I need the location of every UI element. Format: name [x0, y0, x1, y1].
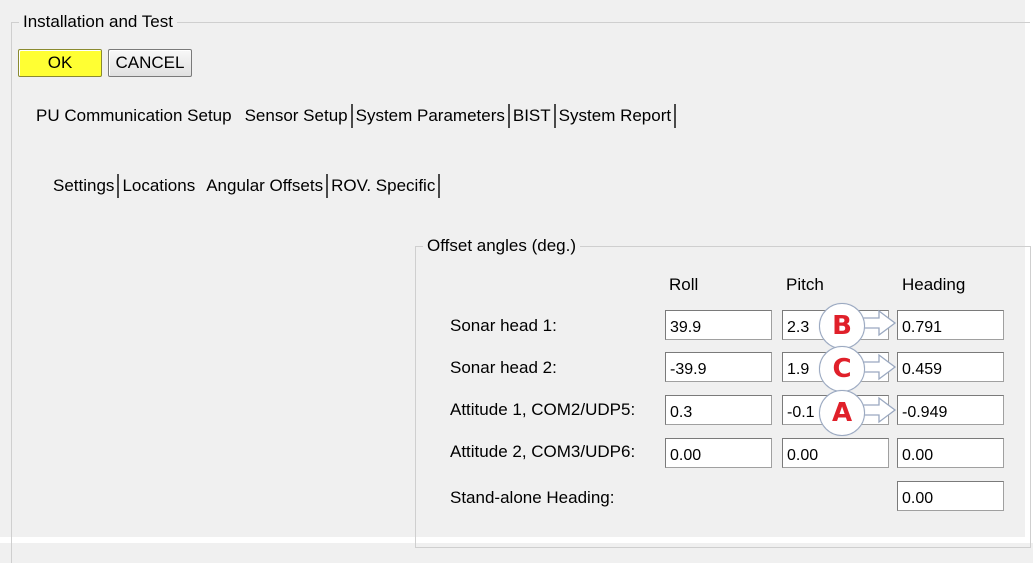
tab-pu-communication-setup[interactable]: PU Communication Setup: [33, 104, 242, 128]
sonar-head-2-roll-input[interactable]: [665, 352, 772, 382]
sonar-head-1-roll-input[interactable]: [665, 310, 772, 340]
tab-rov-specific[interactable]: ROV. Specific: [328, 174, 441, 198]
tab-settings[interactable]: Settings: [50, 174, 120, 198]
installation-test-title: Installation and Test: [19, 12, 177, 32]
sub-tab-bar: Settings Locations Angular Offsets ROV. …: [50, 174, 441, 198]
tab-locations[interactable]: Locations: [119, 174, 203, 198]
main-tab-bar: PU Communication Setup Sensor Setup Syst…: [33, 104, 677, 128]
callout-a-badge: A: [819, 390, 865, 436]
column-header-pitch: Pitch: [786, 275, 824, 294]
callout-c-badge: C: [819, 346, 865, 392]
row-label-stand-alone-heading: Stand-alone Heading:: [450, 488, 615, 507]
cancel-button[interactable]: CANCEL: [108, 49, 192, 77]
ok-button[interactable]: OK: [18, 49, 102, 77]
tab-bist[interactable]: BIST: [510, 104, 556, 128]
attitude-1-heading-input[interactable]: [897, 395, 1004, 425]
column-header-roll: Roll: [669, 275, 699, 294]
tab-system-parameters[interactable]: System Parameters: [353, 104, 510, 128]
sonar-head-2-heading-input[interactable]: [897, 352, 1004, 382]
sonar-head-1-heading-input[interactable]: [897, 310, 1004, 340]
tab-system-report[interactable]: System Report: [556, 104, 677, 128]
row-label-attitude-2: Attitude 2, COM3/UDP6:: [450, 442, 636, 461]
attitude-2-heading-input[interactable]: [897, 438, 1004, 468]
attitude-2-roll-input[interactable]: [665, 438, 772, 468]
attitude-2-pitch-input[interactable]: [782, 438, 889, 468]
stand-alone-heading-input[interactable]: [897, 481, 1004, 511]
row-label-attitude-1: Attitude 1, COM2/UDP5:: [450, 400, 636, 419]
tab-sensor-setup[interactable]: Sensor Setup: [242, 104, 353, 128]
column-header-heading: Heading: [902, 275, 966, 294]
attitude-1-roll-input[interactable]: [665, 395, 772, 425]
offset-angles-title: Offset angles (deg.): [423, 236, 580, 256]
tab-angular-offsets[interactable]: Angular Offsets: [203, 174, 329, 198]
row-label-sonar-head-2: Sonar head 2:: [450, 358, 557, 377]
callout-b-badge: B: [819, 303, 865, 349]
row-label-sonar-head-1: Sonar head 1:: [450, 316, 557, 335]
